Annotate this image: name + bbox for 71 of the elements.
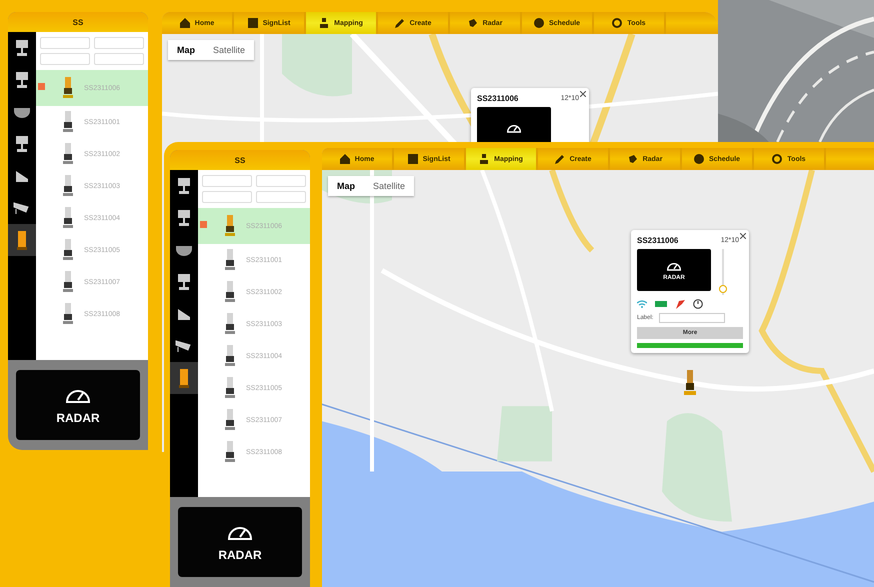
signboard-icon	[14, 71, 30, 89]
signboard-icon	[224, 344, 236, 368]
signboard-icon	[224, 248, 236, 272]
signboard-icon	[62, 238, 74, 262]
signboard-icon	[224, 280, 236, 304]
device-title: SS2311006	[637, 236, 678, 245]
trailer-icon[interactable]	[684, 370, 696, 396]
signboard-icon	[62, 174, 74, 198]
signboard-icon	[62, 206, 74, 230]
trailer-icon	[179, 368, 189, 388]
dome-icon	[175, 243, 193, 257]
signboard-icon	[224, 376, 236, 400]
trailer-icon	[224, 214, 236, 238]
sidebar-title: SS	[234, 156, 246, 164]
barrier-icon	[14, 169, 30, 183]
radar-panel[interactable]: RADAR	[178, 507, 302, 577]
filter-field[interactable]	[40, 53, 90, 65]
battery-icon	[655, 301, 667, 307]
signboard-icon	[14, 39, 30, 57]
person-icon	[319, 18, 330, 28]
filter-field[interactable]	[202, 191, 252, 203]
signboard-icon	[224, 408, 236, 432]
home-icon	[180, 18, 190, 28]
clock-icon	[693, 299, 703, 309]
device-title: SS2311006	[477, 94, 518, 103]
trailer-icon	[17, 230, 27, 250]
brightness-slider[interactable]	[719, 249, 727, 295]
gear-icon	[612, 18, 622, 28]
close-icon[interactable]	[740, 233, 746, 239]
pencil-icon	[394, 18, 405, 28]
sidebar-title: SS	[72, 18, 84, 26]
filter-field[interactable]	[256, 191, 306, 203]
dot-icon	[534, 18, 544, 28]
dot-icon	[694, 154, 704, 164]
signboard-icon	[224, 312, 236, 336]
map-type-button[interactable]: Map	[168, 40, 204, 60]
signboard-icon	[62, 270, 74, 294]
filter-field[interactable]	[94, 53, 144, 65]
camera-icon	[175, 339, 193, 353]
signboard-icon	[62, 302, 74, 326]
filter-field[interactable]	[40, 37, 90, 49]
filter-field[interactable]	[202, 175, 252, 187]
category-trailer[interactable]	[170, 362, 198, 394]
category-trailer[interactable]	[8, 224, 36, 256]
selected-marker	[38, 83, 45, 90]
camera-icon	[13, 201, 31, 215]
map-type-button[interactable]: Satellite	[204, 40, 254, 60]
home-icon	[340, 154, 350, 164]
radar-panel[interactable]: RADAR	[16, 370, 140, 440]
filter-field[interactable]	[94, 37, 144, 49]
signboard-icon	[14, 135, 30, 153]
map-type-button[interactable]: Satellite	[364, 176, 414, 196]
close-icon[interactable]	[580, 91, 586, 97]
signboard-icon	[176, 177, 192, 195]
person-icon	[479, 154, 490, 164]
barrier-icon	[176, 307, 192, 321]
signboard-icon	[62, 110, 74, 134]
selected-marker	[200, 221, 207, 228]
signboard-icon	[176, 273, 192, 291]
filter-field[interactable]	[256, 175, 306, 187]
gear-icon	[772, 154, 782, 164]
signboard-icon	[224, 440, 236, 464]
wifi-icon	[637, 300, 647, 308]
signboard-icon	[176, 209, 192, 227]
trailer-icon	[62, 76, 74, 100]
radar-label: RADAR	[56, 411, 100, 425]
dome-icon	[13, 105, 31, 119]
signboard-icon	[62, 142, 74, 166]
radar-label: RADAR	[218, 548, 262, 562]
flag-icon	[675, 299, 685, 309]
label-input[interactable]	[659, 313, 726, 323]
